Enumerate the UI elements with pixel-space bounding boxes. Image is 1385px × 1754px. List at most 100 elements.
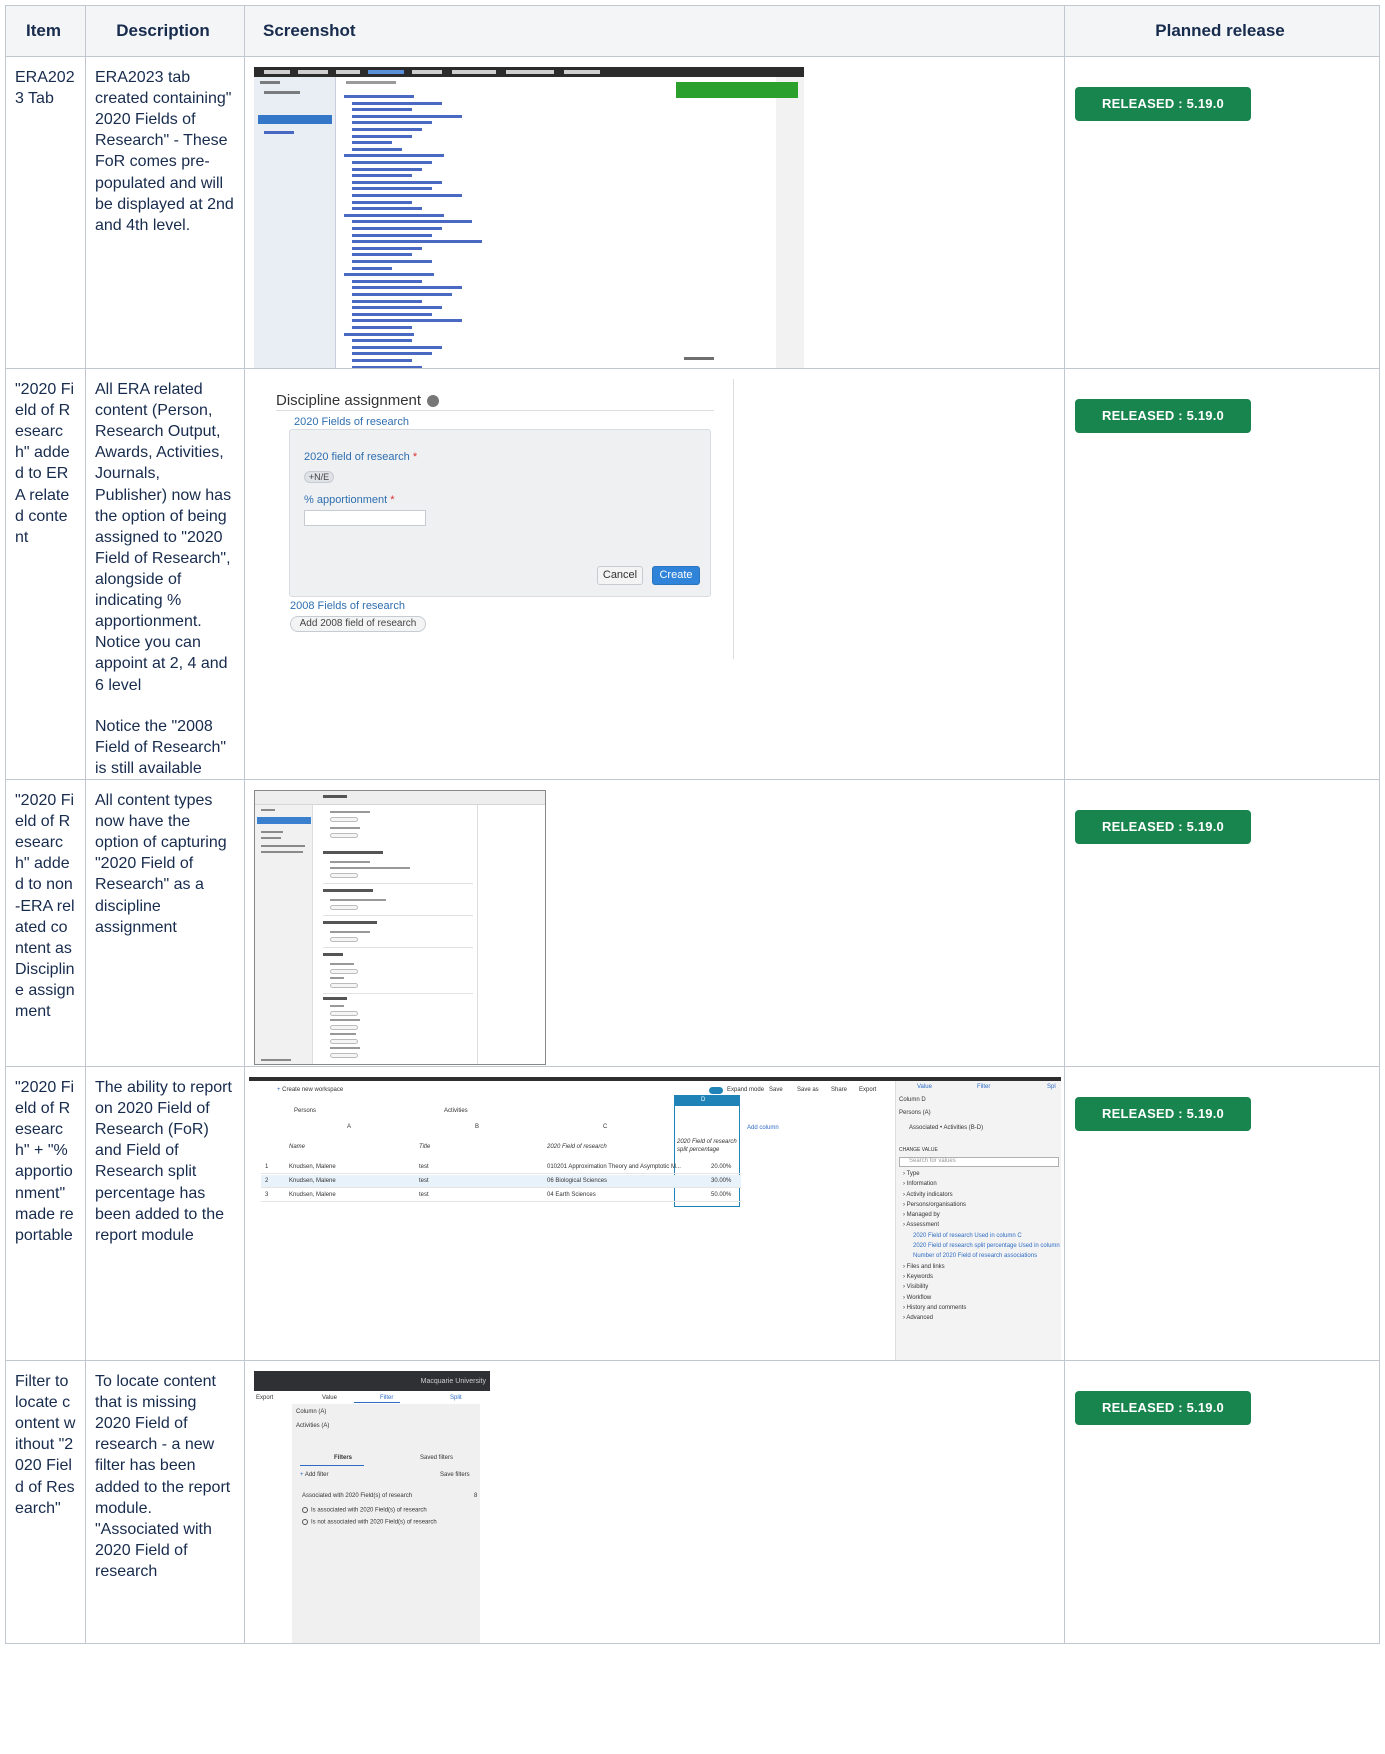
- form-line: [330, 936, 358, 942]
- screenshot-cell: Macquarie University Export Value Filter…: [244, 1359, 1065, 1644]
- table-cell: 010201 Approximation Theory and Asymptot…: [547, 1163, 681, 1170]
- tree-line: [352, 180, 442, 184]
- release-status-badge: RELEASED : 5.19.0: [1075, 399, 1251, 433]
- form-line: [330, 930, 370, 933]
- save-button[interactable]: Save: [769, 1087, 783, 1095]
- filter-option-not-associated[interactable]: Is not associated with 2020 Field(s) of …: [302, 1518, 437, 1527]
- add-2008-button[interactable]: Add 2008 field of research: [290, 616, 426, 632]
- add-filter-button[interactable]: + Add filter: [300, 1472, 329, 1480]
- value-tree-item[interactable]: › Persons/organisations: [903, 1202, 966, 1210]
- header-item: Item: [5, 5, 86, 57]
- item-cell: Filter to locate content without "2020 F…: [5, 1359, 86, 1644]
- form-line: [330, 1052, 358, 1058]
- tree-line: [352, 141, 392, 145]
- apportionment-input[interactable]: [304, 510, 426, 526]
- value-tree-item[interactable]: › Workflow: [903, 1295, 931, 1303]
- tab-filter[interactable]: Filter: [977, 1084, 990, 1092]
- release-table: Item Description Screenshot Planned rele…: [5, 5, 1380, 1644]
- discipline-assignment-screenshot: Discipline assignment 2020 Fields of res…: [254, 379, 734, 659]
- report-module-screenshot: + Create new workspace Expand mode Save …: [249, 1076, 1061, 1360]
- tree-line: [352, 266, 392, 270]
- table-cell: 50.00%: [711, 1191, 732, 1198]
- value-tree-item[interactable]: › Keywords: [903, 1274, 933, 1282]
- form-line: [330, 976, 344, 979]
- tree-line: [352, 299, 422, 303]
- filter-option-associated[interactable]: Is associated with 2020 Field(s) of rese…: [302, 1506, 427, 1515]
- radio-icon: [302, 1506, 308, 1513]
- description-cell: All content types now have the option of…: [85, 778, 245, 1067]
- tree-line: [352, 279, 422, 283]
- value-tree-item[interactable]: › Files and links: [903, 1264, 945, 1272]
- create-workspace-link[interactable]: + Create new workspace: [277, 1087, 343, 1095]
- saved-filters-tab[interactable]: Saved filters: [420, 1455, 453, 1463]
- tab-value[interactable]: Value: [917, 1084, 932, 1092]
- form-line: [330, 1024, 358, 1030]
- expand-mode-toggle[interactable]: [709, 1086, 723, 1094]
- export-button[interactable]: Export: [256, 1395, 273, 1403]
- column-a[interactable]: A: [347, 1124, 351, 1132]
- form-line: [323, 996, 347, 1000]
- table-cell: 2: [265, 1177, 269, 1184]
- panel-assoc[interactable]: Associated • Activities (B-D): [909, 1125, 983, 1133]
- column-b[interactable]: B: [475, 1124, 479, 1132]
- export-button[interactable]: Export: [859, 1087, 876, 1095]
- column-d[interactable]: D: [701, 1097, 705, 1105]
- tab-value[interactable]: Value: [322, 1395, 337, 1403]
- field-chip[interactable]: +N/E: [304, 471, 334, 483]
- form-line: [330, 1010, 358, 1016]
- persons-dimension[interactable]: Persons: [294, 1108, 316, 1116]
- item-cell: "2020 Field of Research" added to non-ER…: [5, 778, 86, 1067]
- tree-line: [344, 332, 414, 336]
- value-tree-item[interactable]: Number of 2020 Field of research associa…: [913, 1253, 1037, 1261]
- value-tree-item[interactable]: › Visibility: [903, 1284, 928, 1292]
- form-line: [323, 888, 373, 892]
- screenshot-cell: + Create new workspace Expand mode Save …: [244, 1065, 1065, 1361]
- screenshot-cell: [244, 56, 1065, 369]
- value-tree-item[interactable]: › Assessment: [903, 1222, 939, 1230]
- share-button[interactable]: Share: [831, 1087, 847, 1095]
- value-tree-item[interactable]: 2020 Field of research Used in column C: [913, 1233, 1022, 1241]
- tab-split[interactable]: Split: [450, 1395, 462, 1403]
- form-line: [330, 968, 358, 974]
- table-cell: Knudsen, Malene: [289, 1163, 336, 1170]
- form-line: [330, 832, 358, 838]
- help-icon: [427, 395, 440, 408]
- value-tree-item[interactable]: › History and comments: [903, 1305, 966, 1313]
- new-field-form: 2020 field of research * +N/E % apportio…: [289, 429, 711, 597]
- value-tree-item[interactable]: › Activity indicators: [903, 1192, 953, 1200]
- tree-line: [352, 352, 432, 356]
- value-tree-item[interactable]: › Managed by: [903, 1212, 940, 1220]
- table-cell: 20.00%: [711, 1163, 732, 1170]
- form-line: [323, 946, 473, 948]
- tree-line: [352, 345, 442, 349]
- add-column-button[interactable]: Add column: [747, 1125, 779, 1133]
- save-as-button[interactable]: Save as: [797, 1087, 819, 1095]
- value-tree-item[interactable]: › Information: [903, 1181, 937, 1189]
- value-tree-item[interactable]: › Type: [903, 1171, 920, 1179]
- description-note: Notice the "2008 Field of Research" is s…: [95, 717, 227, 777]
- column-c[interactable]: C: [603, 1124, 607, 1132]
- tree-line: [352, 359, 412, 362]
- cancel-button[interactable]: Cancel: [597, 566, 643, 585]
- radio-icon: [302, 1518, 308, 1525]
- tree-line: [352, 260, 432, 263]
- filter-screenshot: Macquarie University Export Value Filter…: [254, 1370, 490, 1643]
- tree-line: [352, 253, 412, 257]
- form-line: [323, 794, 347, 798]
- table-cell: test: [419, 1177, 429, 1184]
- save-filters-button[interactable]: Save filters: [440, 1472, 470, 1480]
- form-line: [323, 914, 473, 916]
- tab-split[interactable]: Spl: [1047, 1084, 1056, 1092]
- tree-line: [352, 312, 432, 316]
- item-cell: "2020 Field of Research" + "% apportionm…: [5, 1065, 86, 1361]
- form-line: [330, 816, 358, 822]
- value-tree-item[interactable]: › Advanced: [903, 1315, 933, 1323]
- table-row: Filter to locate content without "2020 F…: [5, 1359, 1380, 1644]
- filter-group[interactable]: Associated with 2020 Field(s) of researc…: [302, 1493, 412, 1501]
- fields-2008-heading: 2008 Fields of research: [290, 600, 405, 612]
- value-tree-item[interactable]: 2020 Field of research split percentage …: [913, 1243, 1061, 1251]
- table-cell: 1: [265, 1163, 269, 1170]
- create-button[interactable]: Create: [652, 566, 700, 585]
- activities-dimension[interactable]: Activities: [444, 1108, 468, 1116]
- filters-tab[interactable]: Filters: [334, 1455, 352, 1463]
